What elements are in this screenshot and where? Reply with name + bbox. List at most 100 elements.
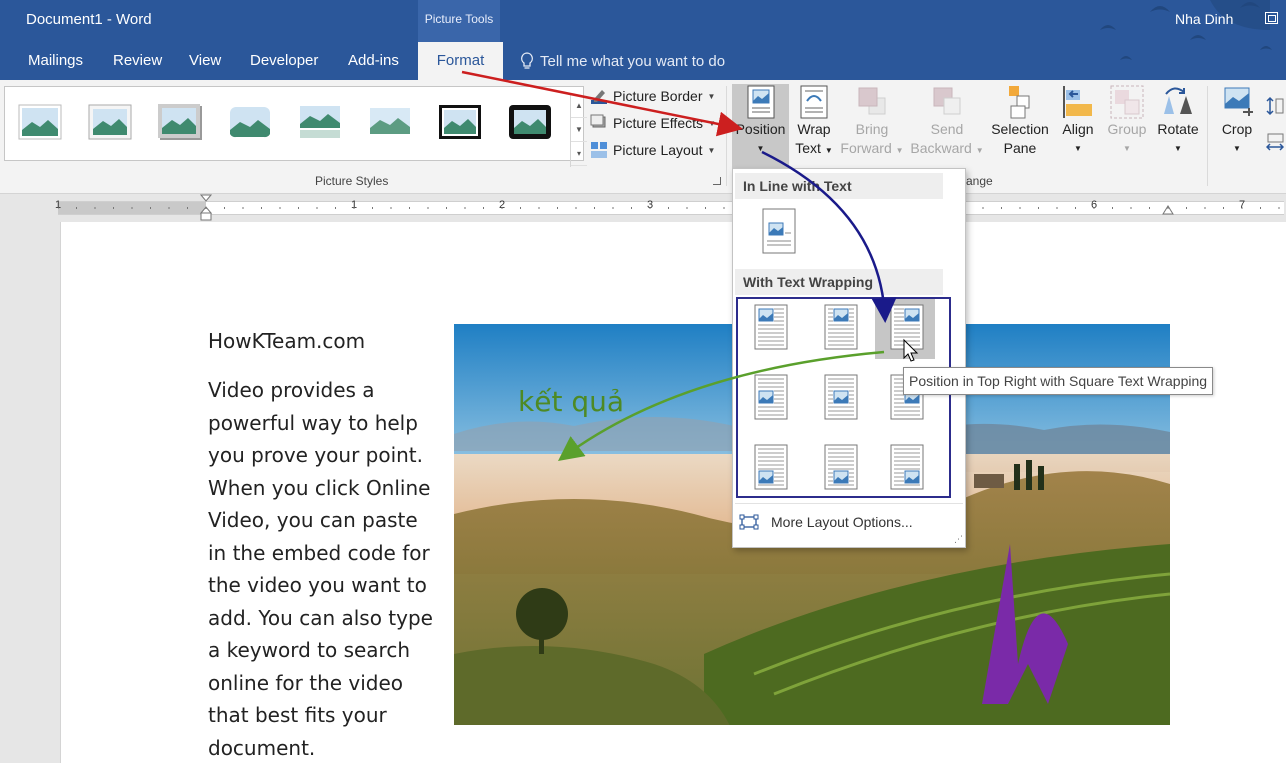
wrap-text-label-2: Text ▼: [795, 140, 833, 156]
position-bottom-left[interactable]: [739, 439, 799, 499]
picture-styles-gallery: ▲ ▼ ▾: [4, 86, 587, 167]
picture-style-black-frame[interactable]: [438, 104, 482, 140]
rotate-icon: [1164, 87, 1192, 114]
picture-style-simple-frame[interactable]: [18, 104, 62, 140]
more-layout-options-item[interactable]: More Layout Options...: [739, 510, 913, 534]
group-separator: [726, 86, 727, 186]
tab-add-ins[interactable]: Add-ins: [348, 52, 399, 69]
position-inline[interactable]: [747, 203, 807, 263]
selection-pane-label-2: Pane: [1003, 140, 1037, 156]
page-middle-left-icon: [754, 374, 788, 420]
body-line: that best fits your: [208, 703, 387, 727]
picture-style-black-rounded[interactable]: [508, 104, 552, 140]
tab-mailings[interactable]: Mailings: [28, 52, 83, 69]
more-layout-options-label: More Layout Options...: [771, 514, 913, 530]
wrap-text-label-2-text: Text: [795, 140, 821, 156]
body-line: Video provides a: [208, 378, 375, 402]
gallery-more-icon[interactable]: ▾: [571, 142, 587, 166]
position-middle-left[interactable]: [739, 369, 799, 429]
position-tooltip: Position in Top Right with Square Text W…: [903, 367, 1214, 395]
bring-forward-label-2: Forward ▼: [840, 140, 904, 156]
body-line: online for the video: [208, 670, 404, 695]
page-top-center-icon: [824, 304, 858, 350]
picture-effects-button[interactable]: Picture Effects ▼: [590, 112, 716, 134]
picture-layout-label: Picture Layout: [613, 142, 703, 158]
wrap-text-button[interactable]: Wrap Text ▼: [792, 84, 836, 172]
selection-pane-button[interactable]: Selection Pane: [988, 84, 1052, 172]
send-backward-button[interactable]: Send Backward ▼: [908, 84, 986, 172]
window-title: Document1 - Word: [26, 11, 152, 28]
align-icon: [1063, 86, 1092, 118]
group-button[interactable]: Group ▼: [1103, 84, 1151, 172]
picture-border-button[interactable]: Picture Border ▼: [590, 85, 715, 107]
picture-border-label: Picture Border: [613, 88, 703, 104]
position-button[interactable]: Position ▼: [732, 84, 789, 172]
width-icon[interactable]: [1266, 132, 1284, 152]
bring-forward-icon: [858, 87, 886, 115]
picture-tools-group-label: Picture Tools: [418, 0, 500, 42]
gallery-scroll[interactable]: ▲ ▼ ▾: [570, 94, 587, 167]
position-top-right[interactable]: [875, 299, 935, 359]
rotate-button[interactable]: Rotate ▼: [1153, 84, 1203, 172]
annotation-result-text: kết quả: [518, 385, 624, 418]
height-icon[interactable]: [1266, 96, 1284, 116]
rotate-label: Rotate: [1157, 121, 1199, 137]
position-bottom-right[interactable]: [875, 439, 935, 499]
gallery-down-icon[interactable]: ▼: [571, 118, 587, 142]
picture-style-rounded[interactable]: [228, 104, 272, 140]
gallery-up-icon[interactable]: ▲: [571, 94, 587, 118]
picture-style-shadow[interactable]: [158, 104, 202, 140]
dialog-launcher-icon[interactable]: [713, 177, 721, 185]
restore-window-icon[interactable]: [1265, 12, 1278, 24]
align-button[interactable]: Align ▼: [1056, 84, 1100, 172]
wrap-text-label-1: Wrap: [797, 121, 831, 137]
document-heading: HowKTeam.com: [208, 329, 366, 353]
position-label: Position: [735, 121, 786, 137]
tab-format[interactable]: Format: [418, 42, 503, 80]
bring-forward-button[interactable]: Bring Forward ▼: [838, 84, 906, 172]
document-page[interactable]: HowKTeam.com Video provides a powerful w…: [60, 222, 1286, 763]
tab-developer[interactable]: Developer: [250, 52, 318, 69]
position-top-center[interactable]: [809, 299, 869, 359]
align-dropdown-icon: ▼: [1074, 144, 1082, 153]
body-line: a keyword to search: [208, 638, 411, 662]
selection-pane-icon: [1009, 86, 1030, 119]
tab-review[interactable]: Review: [113, 52, 162, 69]
user-name[interactable]: Nha Dinh: [1175, 11, 1233, 27]
body-line: the video you want to: [208, 573, 427, 597]
layout-icon: [591, 142, 607, 158]
page-top-left-icon: [754, 304, 788, 350]
title-bar: Document1 - Word Picture Tools Nha Dinh …: [0, 0, 1286, 80]
resize-grip-icon[interactable]: ⋰: [954, 534, 963, 545]
pencil-icon: [591, 90, 607, 104]
crop-button[interactable]: Crop ▼: [1212, 84, 1262, 172]
ribbon: ▲ ▼ ▾ Picture Border ▼ Picture Effects ▼ P…: [0, 80, 1286, 194]
position-dropdown-icon: ▼: [756, 144, 765, 153]
rotate-dropdown-icon: ▼: [1174, 144, 1182, 153]
group-separator: [1207, 86, 1208, 186]
group-icon: [1110, 85, 1144, 119]
picture-style-soft-edge[interactable]: [368, 104, 412, 140]
page-bottom-left-icon: [754, 444, 788, 490]
wrapping-section-header: With Text Wrapping: [735, 269, 943, 295]
document-body[interactable]: Video provides a powerful way to help yo…: [208, 374, 444, 763]
page-top-right-icon: [890, 304, 924, 350]
position-bottom-center[interactable]: [809, 439, 869, 499]
group-dropdown-icon: ▼: [1123, 144, 1131, 153]
picture-style-reflected[interactable]: [298, 104, 342, 140]
horizontal-ruler: 1 1 2 3 6 7: [0, 194, 1286, 222]
lightbulb-icon: [521, 52, 533, 69]
tab-view[interactable]: View: [189, 52, 221, 69]
picture-layout-button[interactable]: Picture Layout ▼: [590, 139, 715, 161]
inline-section-header: In Line with Text: [735, 173, 943, 199]
arrange-group-label: ange: [966, 174, 993, 188]
bring-forward-label-1: Bring: [855, 121, 889, 137]
crop-icon: [1224, 87, 1253, 116]
body-line: When you click Online: [208, 475, 431, 500]
position-middle-center[interactable]: [809, 369, 869, 429]
position-icon: [747, 85, 774, 119]
tell-me-box[interactable]: Tell me what you want to do: [520, 52, 725, 70]
picture-style-thick-frame[interactable]: [88, 104, 132, 140]
position-top-left[interactable]: [739, 299, 799, 359]
send-backward-icon: [933, 87, 961, 115]
